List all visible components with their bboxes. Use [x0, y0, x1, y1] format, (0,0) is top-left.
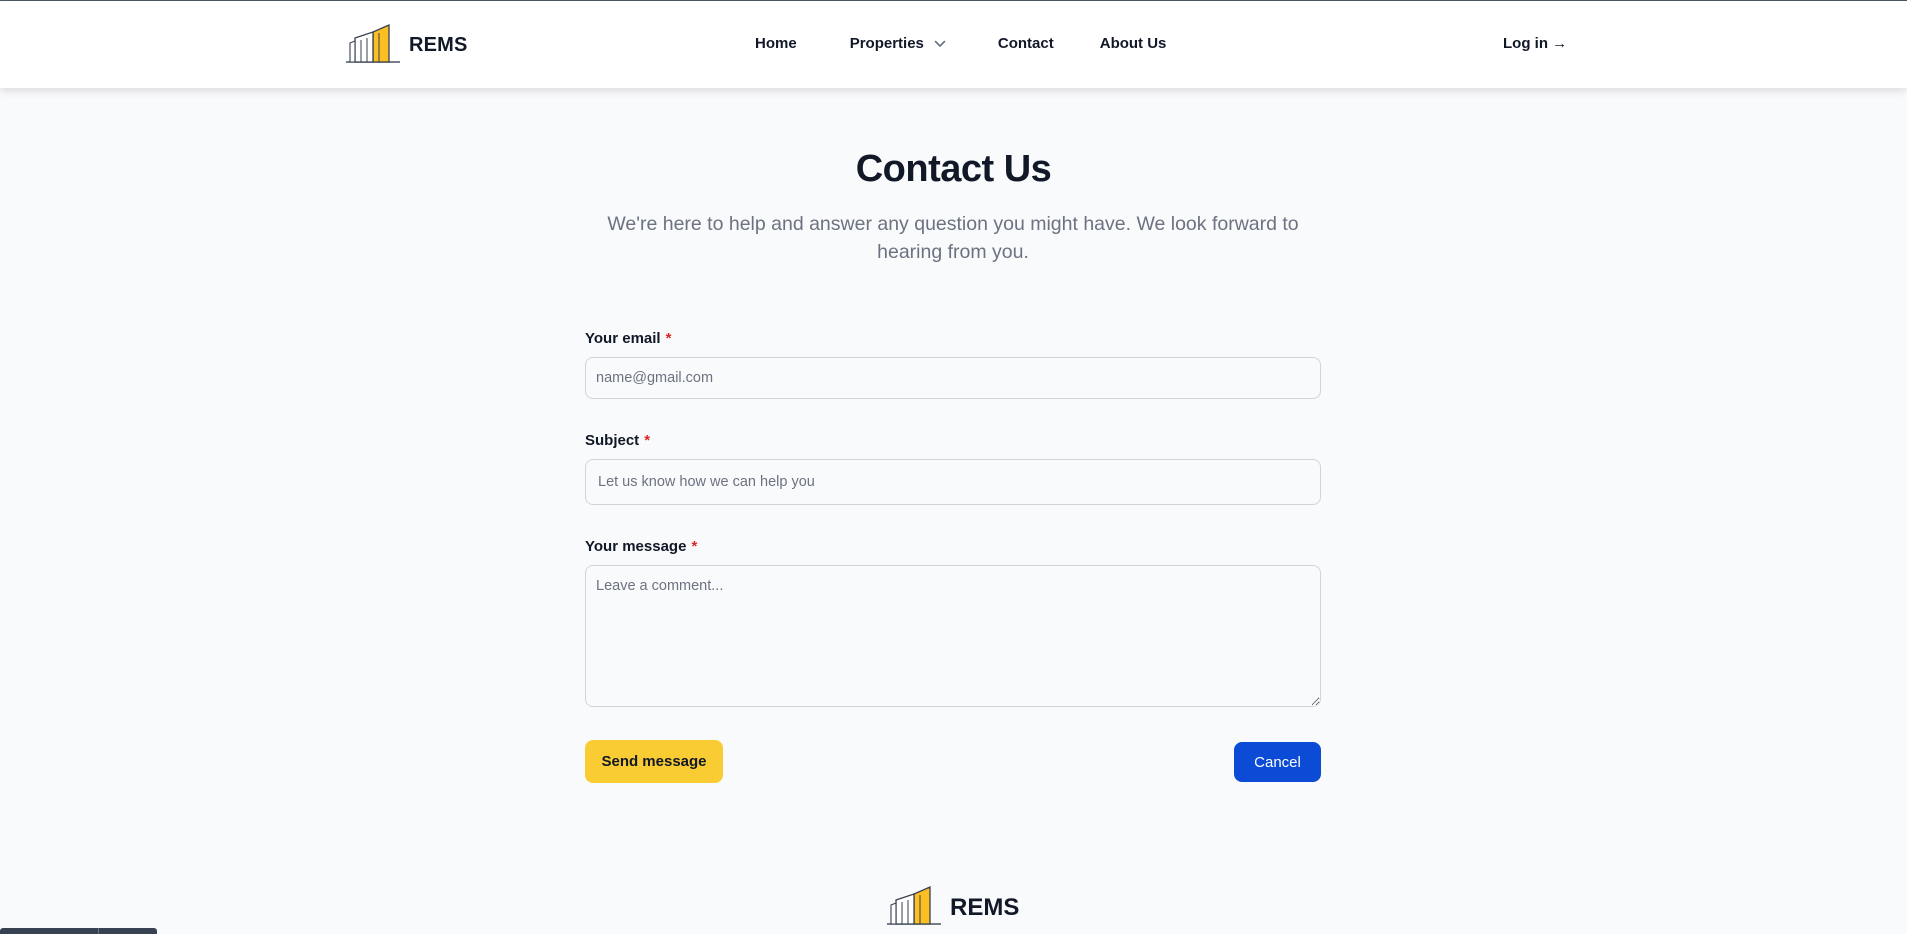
chevron-down-icon [934, 35, 946, 52]
required-mark: * [644, 432, 651, 449]
nav-item-home[interactable]: Home [755, 35, 797, 52]
required-mark: * [665, 330, 672, 347]
email-label: Your email * [585, 330, 671, 347]
message-label-text: Your message [585, 538, 687, 555]
floating-toolbar-divider [98, 928, 99, 934]
nav-item-properties[interactable]: Properties [850, 35, 946, 52]
building-logo-icon [886, 884, 942, 931]
building-logo-icon [345, 22, 401, 69]
subject-label-text: Subject [585, 432, 640, 449]
email-field[interactable] [585, 357, 1321, 399]
nav-item-contact[interactable]: Contact [998, 35, 1054, 52]
floating-toolbar[interactable] [0, 928, 157, 934]
login-link[interactable]: Log in → [1503, 35, 1567, 52]
required-mark: * [691, 538, 698, 555]
brand-name: REMS [409, 33, 468, 56]
page-subtitle: We're here to help and answer any questi… [607, 213, 1299, 263]
nav-item-properties-label: Properties [849, 35, 924, 52]
message-label: Your message * [585, 538, 697, 555]
footer-brand-name: REMS [950, 893, 1020, 921]
send-message-button[interactable]: Send message [585, 740, 723, 783]
email-label-text: Your email [585, 330, 661, 347]
cancel-button[interactable]: Cancel [1234, 742, 1321, 782]
subject-field[interactable] [585, 459, 1321, 505]
brand-link[interactable]: REMS [345, 22, 468, 69]
navbar: REMS Home Properties Contact About Us Lo… [0, 1, 1907, 88]
subject-label: Subject * [585, 432, 650, 449]
footer-brand: REMS [886, 884, 1019, 931]
page-title: Contact Us [855, 148, 1052, 190]
message-field[interactable] [585, 565, 1321, 707]
nav-item-about-us[interactable]: About Us [1100, 35, 1167, 52]
main-nav: Home Properties Contact About Us [755, 35, 1166, 52]
